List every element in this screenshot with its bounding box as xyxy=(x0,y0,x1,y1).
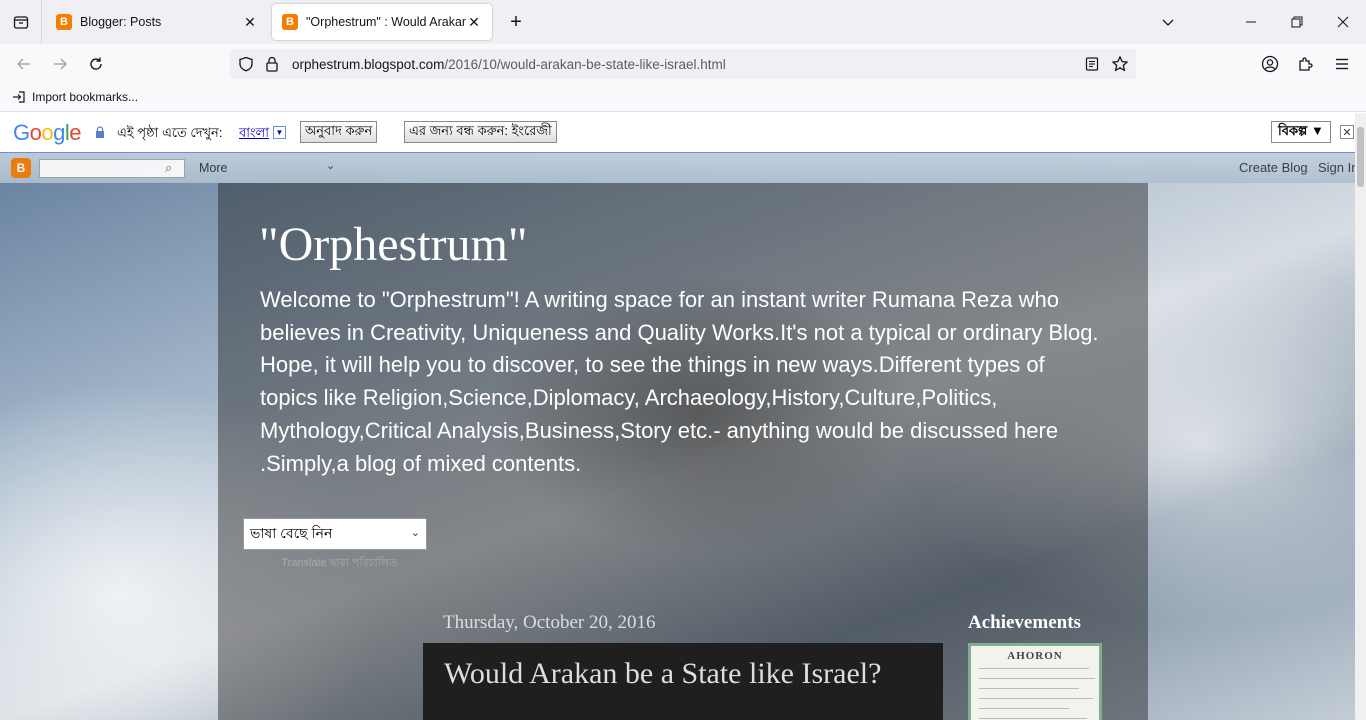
blog-description: Welcome to "Orphestrum"! A writing space… xyxy=(260,287,1099,476)
tab-list-icon xyxy=(13,16,28,29)
account-icon xyxy=(1261,55,1279,73)
star-icon[interactable] xyxy=(1111,55,1129,73)
scrollbar-thumb[interactable] xyxy=(1357,127,1364,187)
sidebar-title: Achievements xyxy=(968,612,1081,633)
tab-blogger-posts[interactable]: B Blogger: Posts ✕ xyxy=(46,4,268,40)
language-select-value: ভাষা বেছে নিন xyxy=(250,525,333,541)
google-wordmark: Google xyxy=(243,557,279,569)
tab-orphestrum[interactable]: B "Orphestrum" : Would Arakan be State l… xyxy=(272,4,492,40)
puzzle-icon xyxy=(1299,57,1313,71)
close-icon[interactable]: ✕ xyxy=(466,14,482,30)
import-bookmarks-label: Import bookmarks... xyxy=(32,90,139,104)
url-host: orphestrum.blogspot.com xyxy=(292,57,445,72)
chevron-down-icon[interactable]: ⌄ xyxy=(326,159,335,172)
forward-arrow-icon xyxy=(54,58,67,70)
search-icon[interactable]: ⌕ xyxy=(165,160,172,176)
language-link[interactable]: বাংলা xyxy=(239,124,269,145)
google-logo: Google xyxy=(13,120,82,145)
blogger-logo-icon[interactable]: B xyxy=(11,158,31,178)
language-select[interactable]: ভাষা বেছে নিন ⌄ xyxy=(243,518,427,550)
url-text[interactable]: orphestrum.blogspot.com/2016/10/would-ar… xyxy=(292,56,726,74)
scrollbar[interactable] xyxy=(1355,113,1366,720)
blog-title[interactable]: "Orphestrum" xyxy=(259,217,527,272)
url-path: /2016/10/would-arakan-be-state-like-isra… xyxy=(444,57,726,72)
page-content: Google এই পৃষ্ঠা এতে দেখুন: বাংলা ▼ অনুব… xyxy=(0,113,1366,720)
achievement-certificate-image[interactable]: AHORON xyxy=(968,643,1102,720)
import-bookmarks-button[interactable]: Import bookmarks... xyxy=(12,90,138,104)
translate-button[interactable]: অনুবাদ করুন xyxy=(300,121,378,143)
import-icon xyxy=(13,91,25,103)
bookmarks-toolbar: Import bookmarks... xyxy=(0,84,1366,112)
more-menu[interactable]: More xyxy=(199,161,227,175)
tab-strip: B Blogger: Posts ✕ B "Orphestrum" : Woul… xyxy=(0,0,1366,44)
close-icon[interactable]: ✕ xyxy=(242,14,258,30)
language-dropdown-icon[interactable]: ▼ xyxy=(273,126,286,139)
blogger-icon: B xyxy=(56,14,72,30)
post-title[interactable]: Would Arakan be a State like Israel? xyxy=(444,658,924,690)
turn-off-translate-button[interactable]: এর জন্য বন্ধ করুন: ইংরেজী xyxy=(404,121,557,143)
account-button[interactable] xyxy=(1258,52,1282,76)
sign-in-link[interactable]: Sign In xyxy=(1318,160,1358,175)
blogger-icon: B xyxy=(282,14,298,30)
create-blog-link[interactable]: Create Blog xyxy=(1239,160,1308,175)
hamburger-icon xyxy=(1336,58,1348,70)
translate-link[interactable]: Translate xyxy=(281,557,326,569)
blogger-navbar: B ⌕ More ⌄ Create Blog Sign In xyxy=(0,153,1366,183)
view-page-in-label: এই পৃষ্ঠা এতে দেখুন: xyxy=(117,125,223,140)
restore-button[interactable] xyxy=(1283,8,1311,36)
tab-title: Blogger: Posts xyxy=(80,15,162,29)
forward-button[interactable] xyxy=(48,52,72,76)
lock-icon xyxy=(96,126,104,138)
lock-icon xyxy=(266,56,278,72)
powered-suffix: দ্বারা পরিচালিত xyxy=(329,557,398,569)
post-date-header: Thursday, October 20, 2016 xyxy=(443,612,656,633)
reader-view-icon[interactable] xyxy=(1084,56,1100,72)
menu-button[interactable] xyxy=(1330,52,1354,76)
chevron-down-icon[interactable] xyxy=(1154,8,1182,36)
powered-by-translate: Google Translate দ্বারা পরিচালিত xyxy=(243,554,397,573)
reload-button[interactable] xyxy=(84,52,108,76)
extensions-button[interactable] xyxy=(1294,52,1318,76)
url-bar[interactable]: orphestrum.blogspot.com/2016/10/would-ar… xyxy=(230,49,1136,79)
back-button[interactable] xyxy=(12,52,36,76)
close-window-button[interactable] xyxy=(1329,8,1357,36)
post-container: Would Arakan be a State like Israel? xyxy=(423,643,943,720)
new-tab-button[interactable]: + xyxy=(504,10,528,34)
blog-main: "Orphestrum" Welcome to "Orphestrum"! A … xyxy=(218,183,1148,720)
options-button[interactable]: বিকল্প ▼ xyxy=(1271,121,1331,143)
navigation-toolbar: orphestrum.blogspot.com/2016/10/would-ar… xyxy=(0,44,1366,84)
chevron-down-icon: ⌄ xyxy=(410,527,420,539)
google-translate-bar: Google এই পৃষ্ঠা এতে দেখুন: বাংলা ▼ অনুব… xyxy=(0,113,1366,153)
minimize-button[interactable] xyxy=(1237,8,1265,36)
tab-title: "Orphestrum" : Would Arakan be State lik… xyxy=(306,15,466,29)
back-arrow-icon xyxy=(17,58,30,70)
close-translate-bar-button[interactable]: ✕ xyxy=(1340,125,1354,139)
tab-list-button[interactable] xyxy=(0,0,42,44)
reload-icon xyxy=(90,57,102,70)
certificate-heading: AHORON xyxy=(1007,650,1063,662)
shield-icon xyxy=(239,56,253,72)
blog-search-input[interactable] xyxy=(39,159,185,178)
